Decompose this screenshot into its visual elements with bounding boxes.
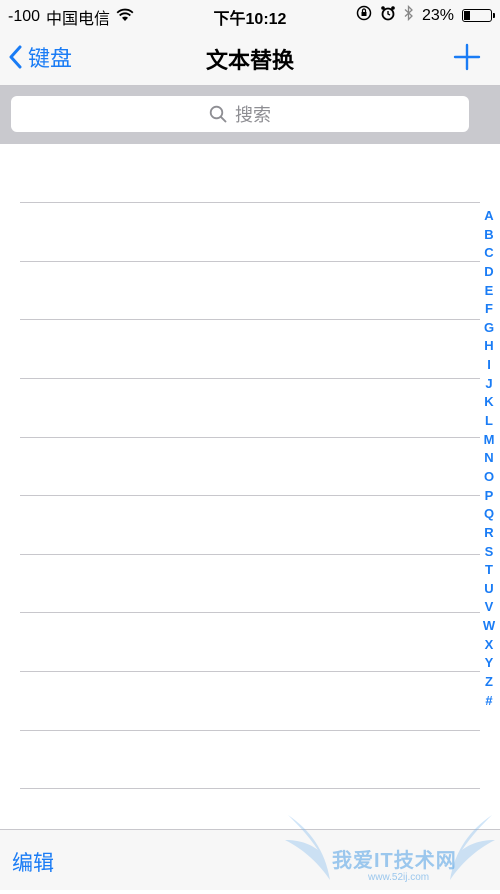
index-letter[interactable]: N bbox=[476, 449, 500, 468]
search-icon bbox=[209, 105, 227, 123]
index-letter[interactable]: I bbox=[476, 356, 500, 375]
status-right: 23% bbox=[356, 4, 495, 26]
index-letter[interactable]: A bbox=[476, 207, 500, 226]
index-letter[interactable]: U bbox=[476, 580, 500, 599]
index-letter[interactable]: B bbox=[476, 226, 500, 245]
bluetooth-icon bbox=[404, 4, 414, 26]
index-letter[interactable]: Q bbox=[476, 505, 500, 524]
battery-percent: 23% bbox=[421, 6, 454, 24]
index-letter[interactable]: K bbox=[476, 393, 500, 412]
index-letter[interactable]: # bbox=[476, 692, 500, 711]
plus-icon bbox=[453, 43, 481, 71]
index-letter[interactable]: G bbox=[476, 319, 500, 338]
index-letter[interactable]: D bbox=[476, 263, 500, 282]
index-letter[interactable]: O bbox=[476, 468, 500, 487]
battery-icon bbox=[462, 9, 495, 22]
list-separator bbox=[20, 495, 480, 496]
section-index[interactable]: A B C D E F G H I J K L M N O P Q R S T U V W X Y Z # bbox=[476, 207, 500, 710]
index-letter[interactable]: C bbox=[476, 244, 500, 263]
index-letter[interactable]: E bbox=[476, 282, 500, 301]
search-placeholder: 搜索 bbox=[235, 105, 271, 125]
list-separator bbox=[20, 730, 480, 731]
index-letter[interactable]: J bbox=[476, 375, 500, 394]
list-separator bbox=[20, 612, 480, 613]
index-letter[interactable]: S bbox=[476, 543, 500, 562]
index-letter[interactable]: L bbox=[476, 412, 500, 431]
status-bar: -100 中国电信 下午10:12 23% bbox=[0, 0, 500, 30]
search-input[interactable]: 搜索 bbox=[11, 96, 469, 132]
list-separator bbox=[20, 202, 480, 203]
edit-button[interactable]: 编辑 bbox=[12, 847, 54, 877]
index-letter[interactable]: T bbox=[476, 561, 500, 580]
navigation-bar: 键盘 文本替换 bbox=[0, 30, 500, 86]
index-letter[interactable]: H bbox=[476, 337, 500, 356]
index-letter[interactable]: P bbox=[476, 487, 500, 506]
page-title: 文本替换 bbox=[205, 48, 294, 73]
index-letter[interactable]: X bbox=[476, 636, 500, 655]
list-separator bbox=[20, 788, 480, 789]
add-button[interactable] bbox=[452, 42, 482, 72]
index-letter[interactable]: Z bbox=[476, 673, 500, 692]
search-area: 搜索 bbox=[0, 86, 500, 144]
list-separator bbox=[20, 261, 480, 262]
index-letter[interactable]: F bbox=[476, 300, 500, 319]
list-separator bbox=[20, 437, 480, 438]
bottom-toolbar: 编辑 bbox=[0, 829, 500, 890]
rotation-lock-icon bbox=[356, 5, 372, 26]
index-letter[interactable]: W bbox=[476, 617, 500, 636]
list-separator bbox=[20, 671, 480, 672]
list-separator bbox=[20, 554, 480, 555]
list-separator bbox=[20, 319, 480, 320]
index-letter[interactable]: V bbox=[476, 598, 500, 617]
alarm-icon bbox=[380, 5, 396, 26]
index-letter[interactable]: M bbox=[476, 431, 500, 450]
list-separator bbox=[20, 378, 480, 379]
battery-fill bbox=[464, 11, 470, 20]
index-letter[interactable]: R bbox=[476, 524, 500, 543]
index-letter[interactable]: Y bbox=[476, 654, 500, 673]
